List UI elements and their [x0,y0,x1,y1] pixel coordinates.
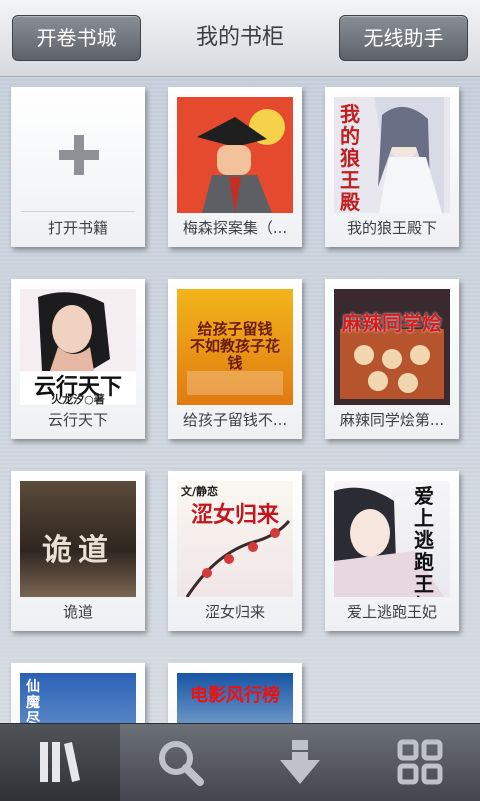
open-book-card[interactable]: 打开书籍 [11,87,145,247]
book-cover: 仙魔尽 [20,673,136,723]
open-book-label: 打开书籍 [47,219,108,237]
book-title: 爱上逃跑王妃 [346,603,437,621]
book-title: 梅森探案集（... [182,219,288,237]
bookshelf-icon [40,742,80,782]
download-tab[interactable] [240,724,360,801]
book-cover: 云行天下 火龙汐○著 [20,289,136,405]
book-title: 麻辣同学烩第... [339,411,445,429]
book-cover: 麻辣同学烩 [334,289,450,405]
book-cover [177,97,293,213]
bottom-nav [0,723,480,801]
wireless-assistant-button[interactable]: 无线助手 [339,15,468,61]
grid-icon [397,739,443,785]
grid-tab[interactable] [360,724,480,801]
book-cover: 诡道 [20,481,136,597]
book-cover: 给孩子留钱 不如教孩子花钱 [177,289,293,405]
book-card[interactable]: 给孩子留钱 不如教孩子花钱 给孩子留钱不... [168,279,302,439]
page-title: 我的书柜 [195,25,284,50]
book-cover: 爱上逃跑王妃 [334,481,450,597]
book-title: 云行天下 [47,411,108,429]
bookshelf-grid: 打开书籍 梅森探案集（... 我的狼王殿下 我的狼 [0,77,480,723]
search-tab[interactable] [120,724,240,801]
book-card[interactable]: 云行天下 火龙汐○著 云行天下 [11,279,145,439]
book-title: 给孩子留钱不... [182,411,288,429]
search-icon [159,741,204,786]
bookshelf-tab[interactable] [0,724,120,801]
book-title: 涩女归来 [204,603,265,621]
download-icon [280,740,320,784]
book-card[interactable]: 爱上逃跑王妃 爱上逃跑王妃 [325,471,459,631]
book-card[interactable]: 电影风行榜 [168,663,302,723]
book-card[interactable]: 麻辣同学烩 麻辣同学烩第... [325,279,459,439]
book-card[interactable]: 我的狼王殿下 我的狼王殿下 [325,87,459,247]
book-card[interactable]: 梅森探案集（... [168,87,302,247]
book-title: 诡道 [62,603,93,621]
bookstore-button[interactable]: 开卷书城 [12,15,141,61]
book-card[interactable]: 诡道 诡道 [11,471,145,631]
book-cover: 我的狼王殿下 [334,97,450,213]
book-card[interactable]: 仙魔尽 [11,663,145,723]
book-title: 我的狼王殿下 [346,219,437,237]
detective-illustration-icon [177,97,293,213]
book-cover: 文/静恋 涩女归来 [177,481,293,597]
book-cover: 电影风行榜 [177,673,293,723]
book-card[interactable]: 文/静恋 涩女归来 涩女归来 [168,471,302,631]
top-bar: 开卷书城 我的书柜 无线助手 [0,0,480,77]
